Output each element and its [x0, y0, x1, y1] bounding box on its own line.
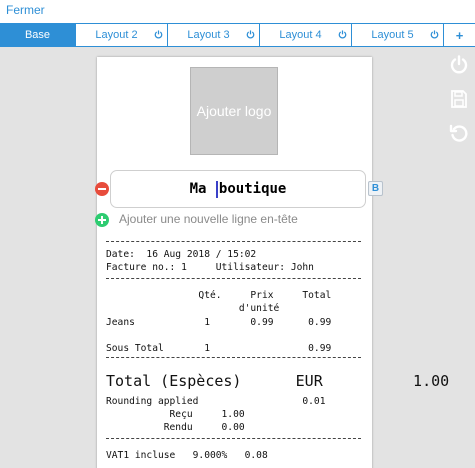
undo-icon[interactable]: [449, 123, 469, 143]
top-bar: Fermer: [0, 0, 475, 23]
receipt-date: Date: 16 Aug 2018 / 15:02: [106, 249, 257, 260]
add-header-line-label[interactable]: Ajouter une nouvelle ligne en-tête: [119, 212, 298, 226]
divider: [106, 278, 361, 279]
column-header: Qté. Prix Total: [106, 290, 332, 301]
tab-layout-3[interactable]: Layout 3: [168, 24, 260, 46]
shop-name-text: Ma: [189, 181, 215, 197]
tab-label: Base: [24, 29, 51, 41]
divider: [106, 438, 361, 439]
column-header-2: d'unité: [106, 303, 280, 314]
receipt-preview: Ajouter logo Ma boutique B Ajouter une n…: [95, 57, 449, 468]
divider: [106, 241, 361, 242]
text-cursor: [215, 180, 218, 198]
subtotal-row: Sous Total 1 0.99: [106, 343, 332, 354]
received-row: Reçu 1.00: [106, 409, 245, 420]
bold-button[interactable]: B: [368, 181, 383, 196]
tab-label: Layout 2: [95, 29, 138, 41]
save-icon[interactable]: [449, 89, 469, 109]
tab-label: Layout 3: [187, 29, 230, 41]
divider: [106, 357, 361, 358]
vat-row: VAT1 incluse 9.000% 0.08: [106, 450, 268, 461]
power-icon[interactable]: [246, 30, 255, 39]
tab-label: Layout 5: [371, 29, 414, 41]
rounding-row: Rounding applied 0.01: [106, 396, 326, 407]
item-row: Jeans 1 0.99 0.99: [106, 317, 332, 328]
power-icon[interactable]: [154, 30, 163, 39]
add-layout-button[interactable]: +: [444, 24, 475, 46]
shop-name-text-rest: boutique: [218, 181, 287, 197]
change-row: Rendu 0.00: [106, 422, 245, 433]
side-toolbar: [449, 55, 469, 157]
close-button[interactable]: Fermer: [6, 3, 45, 17]
add-header-line-button[interactable]: [95, 213, 109, 227]
power-icon[interactable]: [430, 30, 439, 39]
power-icon[interactable]: [449, 55, 469, 75]
tab-base[interactable]: Base: [0, 24, 76, 46]
header-line-input[interactable]: Ma boutique: [110, 170, 366, 208]
receipt-invoice: Facture no.: 1 Utilisateur: John: [106, 262, 314, 273]
layout-tabs: Base Layout 2 Layout 3 Layout 4 Layout 5…: [0, 23, 475, 47]
remove-line-button[interactable]: [95, 182, 109, 196]
tab-label: Layout 4: [279, 29, 322, 41]
tab-layout-2[interactable]: Layout 2: [76, 24, 168, 46]
total-row: Total (Espèces) EUR 1.00: [106, 372, 450, 390]
tab-layout-4[interactable]: Layout 4: [260, 24, 352, 46]
tab-layout-5[interactable]: Layout 5: [352, 24, 444, 46]
power-icon[interactable]: [338, 30, 347, 39]
add-logo-button[interactable]: Ajouter logo: [190, 67, 278, 155]
